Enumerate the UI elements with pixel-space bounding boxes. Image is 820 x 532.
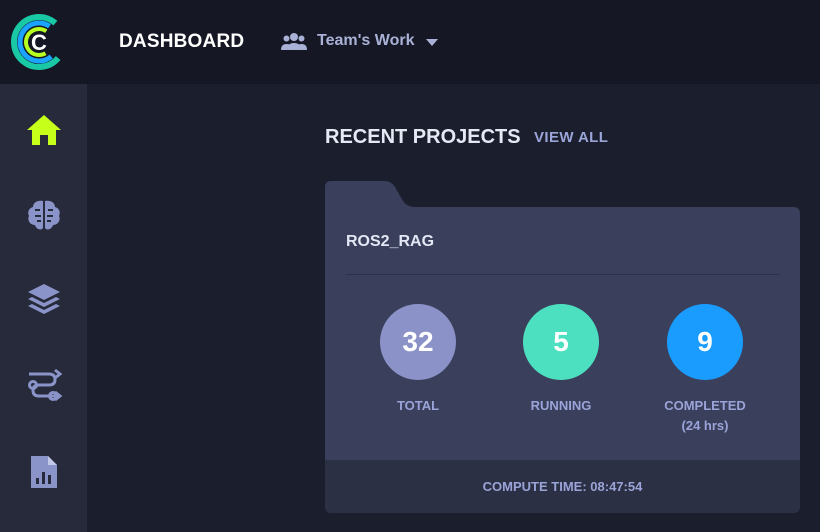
users-icon [281, 33, 307, 50]
stat-label: COMPLETED (24 hrs) [645, 396, 765, 436]
compute-time: COMPUTE TIME: 08:47:54 [482, 479, 643, 494]
stat-label: RUNNING [530, 398, 592, 413]
stat-completed: 9 COMPLETED (24 hrs) [645, 304, 765, 436]
chevron-down-icon [426, 39, 439, 46]
stat-circle: 32 [380, 304, 456, 380]
home-icon [26, 115, 61, 145]
layers-icon [27, 284, 60, 314]
stat-circle: 5 [523, 304, 599, 380]
sidebar-item-models[interactable] [0, 185, 87, 245]
stat-running: 5 RUNNING [501, 304, 621, 416]
card-footer: COMPUTE TIME: 08:47:54 [325, 460, 800, 513]
project-card[interactable]: ROS2_RAG 32 TOTAL 5 RUNNING 9 COMPLETED … [325, 207, 800, 513]
svg-text:C: C [31, 30, 47, 55]
report-icon [30, 456, 57, 488]
logo-icon: C [11, 14, 67, 70]
stat-label: TOTAL [396, 398, 440, 413]
stat-circle: 9 [667, 304, 743, 380]
app-logo[interactable]: C [0, 0, 87, 84]
pipeline-icon [27, 368, 62, 402]
sidebar-item-layers[interactable] [0, 270, 87, 330]
page-title: DASHBOARD [119, 31, 245, 52]
stat-label-main: COMPLETED [664, 398, 746, 413]
brain-icon [27, 200, 60, 230]
stat-sublabel: (24 hrs) [681, 418, 729, 433]
sidebar [0, 84, 87, 532]
sidebar-item-pipelines[interactable] [0, 355, 87, 415]
sidebar-item-reports[interactable] [0, 442, 87, 502]
divider [346, 274, 779, 275]
team-label: Team's Work [317, 32, 415, 49]
stat-total: 32 TOTAL [358, 304, 478, 416]
project-folder-tab [325, 181, 415, 209]
section-title: RECENT PROJECTS [325, 126, 521, 148]
team-selector[interactable]: Team's Work [281, 31, 439, 51]
project-name: ROS2_RAG [346, 233, 435, 250]
sidebar-item-home[interactable] [0, 100, 87, 160]
view-all-link[interactable]: VIEW ALL [534, 129, 608, 146]
